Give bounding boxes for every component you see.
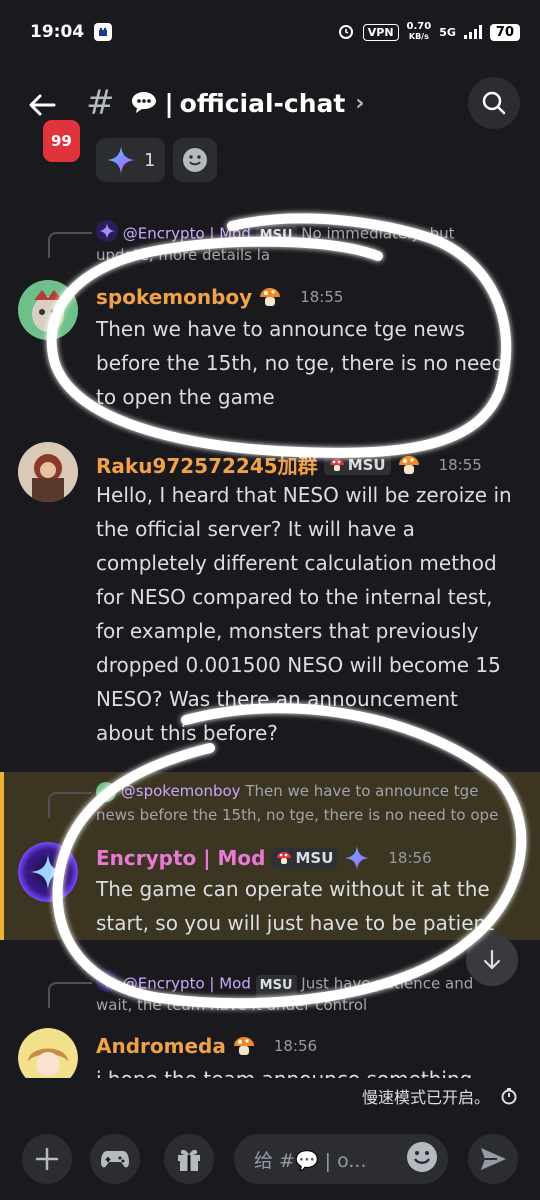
- search-button[interactable]: [468, 77, 520, 129]
- arrow-down-icon: [483, 949, 501, 970]
- back-button[interactable]: 99: [26, 83, 83, 165]
- plus-icon: [35, 1147, 59, 1171]
- gift-icon: [178, 1149, 200, 1171]
- reply-connector: [48, 982, 92, 1008]
- channel-title[interactable]: | official-chat ›: [129, 88, 365, 118]
- reply-preview-line2: update, more details la: [96, 246, 271, 264]
- channel-name: official-chat: [179, 88, 346, 118]
- stopwatch-icon: [501, 1088, 517, 1105]
- sparkle-icon: [345, 845, 370, 871]
- role-tag: MSU: [323, 454, 391, 475]
- mushroom-icon: [258, 286, 282, 308]
- smiley-icon: [407, 1141, 437, 1172]
- smiley-icon: [183, 148, 208, 172]
- vpn-indicator: VPN: [362, 23, 399, 41]
- reply-mention: @Encrypto | Mod: [122, 224, 251, 243]
- reaction-sparkle[interactable]: 1: [96, 138, 166, 182]
- message-input[interactable]: 给 #💬 | o...: [234, 1134, 448, 1184]
- chevron-right-icon: ›: [355, 90, 365, 116]
- network-type: 5G: [439, 25, 456, 39]
- signal-icon: [463, 25, 482, 39]
- reply-connector: [48, 792, 92, 818]
- avatar[interactable]: [18, 842, 78, 902]
- reply-preview-line2: news before the 15th, no tge, there is n…: [96, 806, 499, 824]
- emoji-picker-button[interactable]: [406, 1141, 438, 1178]
- channel-header: 99 # | official-chat ›: [0, 70, 540, 165]
- reaction-count: 1: [144, 149, 156, 171]
- app-notification-icon: [94, 23, 113, 41]
- send-button[interactable]: [468, 1134, 518, 1184]
- gamepad-icon: [101, 1151, 129, 1168]
- avatar[interactable]: [18, 280, 78, 340]
- reply-preview-line2: wait, the team have it under control: [96, 996, 368, 1014]
- mushroom-icon: [232, 1035, 256, 1057]
- reply-mention: @Encrypto | Mod: [122, 974, 251, 993]
- alarm-icon: [337, 22, 355, 43]
- status-bar: 19:04 VPN 0.70 KB/s 5G 70: [0, 0, 540, 64]
- timestamp: 18:55: [300, 288, 344, 306]
- reply-text: No immediately, but: [301, 224, 455, 243]
- status-time: 19:04: [30, 22, 85, 42]
- slow-mode-notice: 慢速模式已开启。: [362, 1084, 518, 1108]
- net-speed: 0.70 KB/s: [406, 21, 432, 42]
- mushroom-icon: [329, 458, 344, 471]
- mushroom-icon: [397, 454, 421, 476]
- message-author[interactable]: Encrypto | Mod MSU 18:56: [96, 845, 432, 871]
- sparkle-icon: [107, 146, 135, 174]
- message-placeholder: 给 #💬 | o...: [254, 1149, 367, 1172]
- hash-icon: #: [86, 83, 115, 123]
- reply-text: Then we have to announce tge: [245, 782, 479, 800]
- avatar[interactable]: [18, 442, 78, 502]
- reaction-row: 1: [96, 138, 218, 182]
- search-icon: [482, 91, 506, 115]
- message-author[interactable]: Raku972572245加群 MSU 18:55: [96, 450, 482, 479]
- message-composer-bar: 给 #💬 | o...: [0, 1122, 540, 1200]
- mushroom-icon: [277, 852, 292, 864]
- avatar-mini: [96, 781, 116, 802]
- message-body: The game can operate without it at the s…: [96, 877, 495, 935]
- reply-mention: @spokemonboy: [120, 782, 241, 800]
- scroll-to-bottom-button[interactable]: [466, 934, 518, 986]
- send-icon: [481, 1148, 506, 1170]
- reply-text: Just have patience and: [301, 974, 474, 993]
- message-author[interactable]: Andromeda 18:56: [96, 1034, 317, 1058]
- activities-button[interactable]: [90, 1134, 140, 1184]
- add-reaction-button[interactable]: [173, 138, 218, 182]
- battery-indicator: 70: [489, 23, 520, 41]
- timestamp: 18:56: [273, 1037, 318, 1055]
- timestamp: 18:55: [438, 455, 482, 474]
- reply-connector: [48, 232, 92, 258]
- reply-preview[interactable]: @spokemonboy Then we have to announce tg…: [96, 780, 478, 802]
- message-body: Hello, I heard that NESO will be zeroize…: [96, 483, 512, 745]
- unread-badge: 99: [40, 117, 83, 165]
- message-author[interactable]: spokemonboy 18:55: [96, 285, 343, 309]
- speech-bubble-icon: [131, 92, 156, 113]
- message-body: Then we have to announce tge news before…: [96, 317, 505, 409]
- gift-button[interactable]: [164, 1134, 214, 1184]
- role-tag: MSU: [271, 848, 339, 868]
- add-attachment-button[interactable]: [22, 1134, 72, 1184]
- timestamp: 18:56: [388, 849, 432, 867]
